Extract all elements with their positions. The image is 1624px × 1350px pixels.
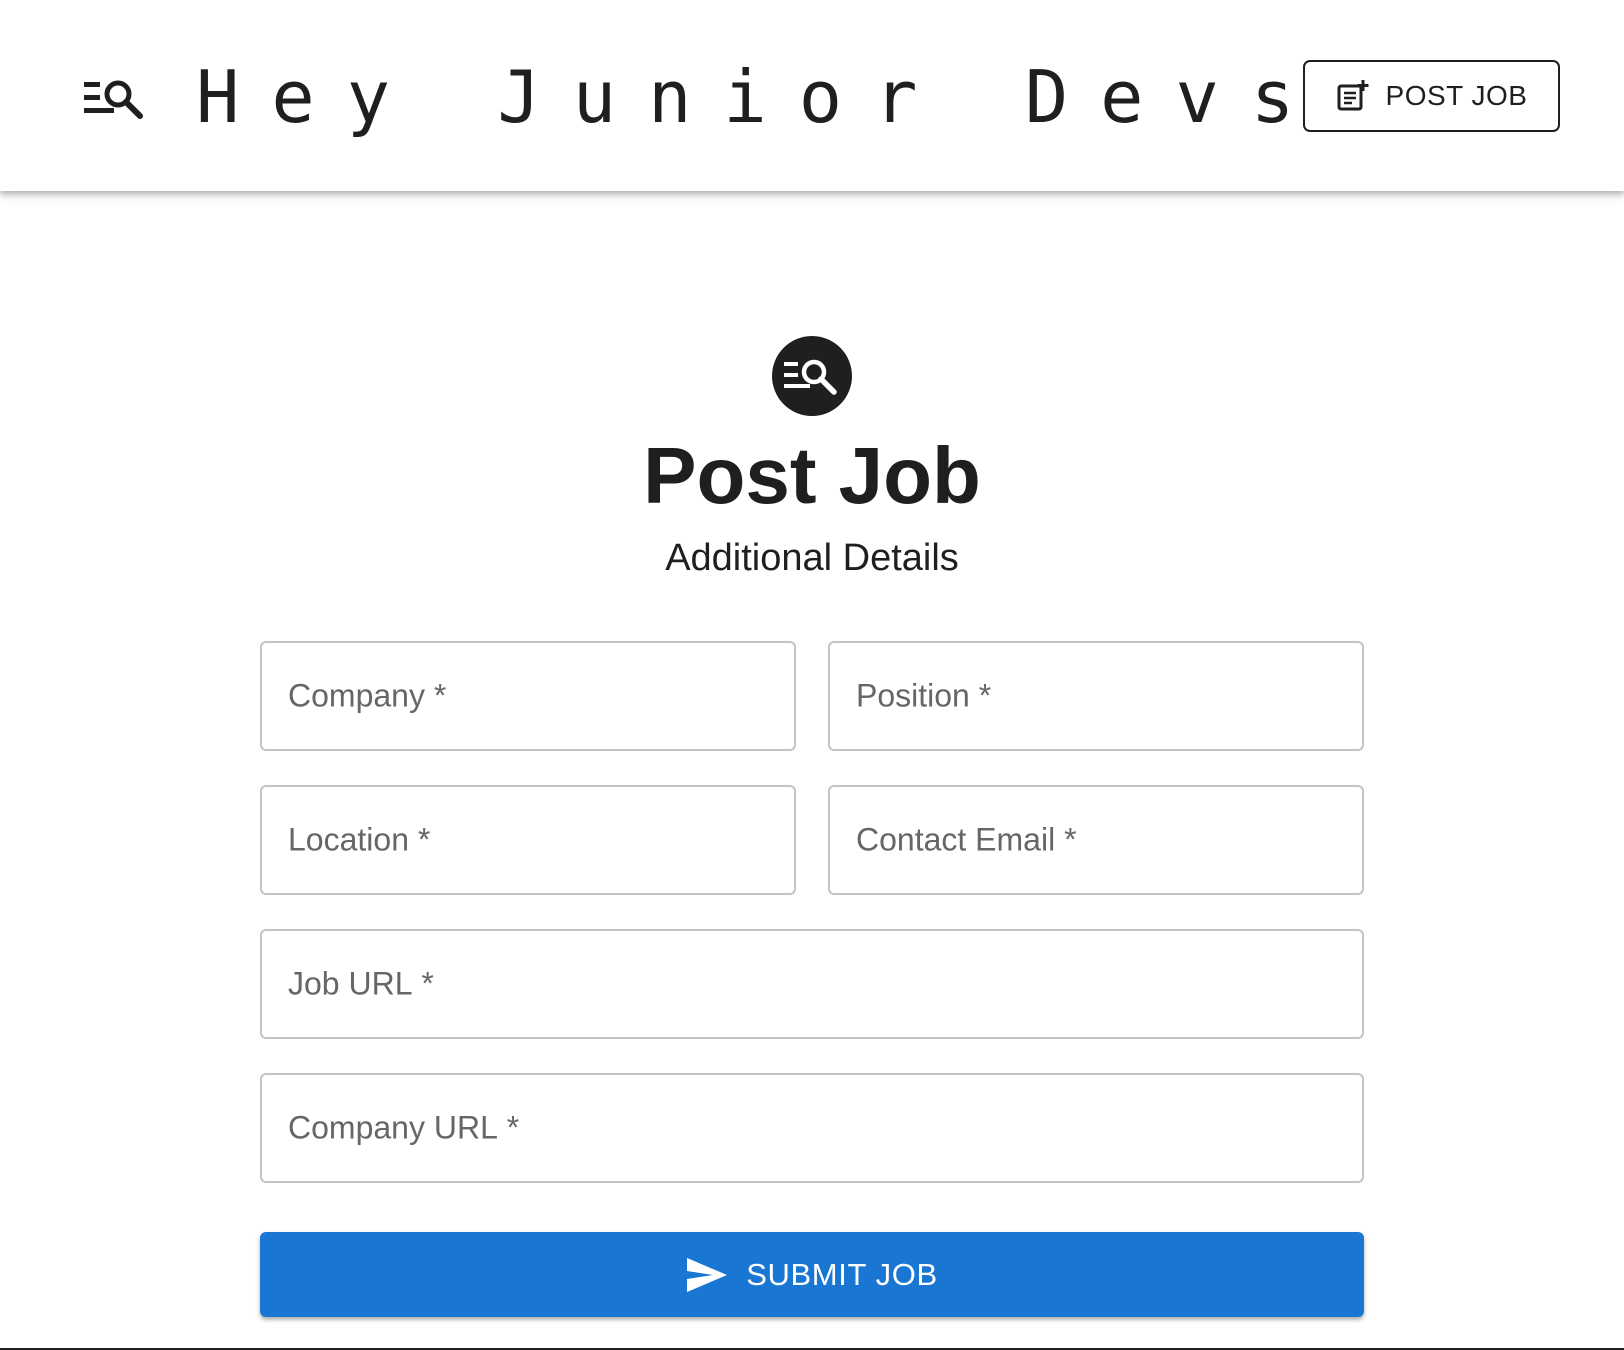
contact-email-input[interactable] <box>830 787 1362 893</box>
post-add-icon <box>1337 80 1369 111</box>
manage-search-icon[interactable] <box>84 76 144 120</box>
page-subtitle: Additional Details <box>665 537 959 579</box>
send-icon <box>687 1257 728 1292</box>
site-title[interactable]: Hey Junior Devs! <box>196 52 1402 142</box>
job-url-field[interactable]: Job URL * <box>260 929 1364 1039</box>
post-job-label: POST JOB <box>1385 80 1528 111</box>
post-job-button[interactable]: POST JOB <box>1303 60 1560 132</box>
company-url-input[interactable] <box>262 1075 1362 1181</box>
job-url-input[interactable] <box>262 931 1362 1037</box>
contact-email-field[interactable]: Contact Email * <box>828 785 1364 895</box>
company-url-field[interactable]: Company URL * <box>260 1073 1364 1183</box>
position-field[interactable]: Position * <box>828 641 1364 751</box>
company-input[interactable] <box>262 643 794 749</box>
position-input[interactable] <box>830 643 1362 749</box>
location-input[interactable] <box>262 787 794 893</box>
submit-job-button[interactable]: SUBMIT JOB <box>260 1232 1364 1317</box>
location-field[interactable]: Location * <box>260 785 796 895</box>
app-bar: Hey Junior Devs! POST JOB <box>0 0 1624 191</box>
avatar <box>772 336 852 416</box>
submit-job-label: SUBMIT JOB <box>746 1256 938 1292</box>
page-title: Post Job <box>643 431 981 520</box>
manage-search-icon <box>784 359 837 395</box>
company-field[interactable]: Company * <box>260 641 796 751</box>
